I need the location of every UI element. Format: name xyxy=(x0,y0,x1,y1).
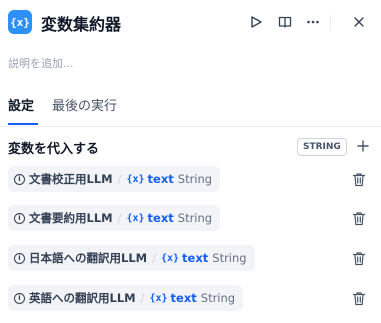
description-input[interactable]: 説明を追加... xyxy=(8,55,74,71)
run-button[interactable] xyxy=(246,12,266,32)
play-icon xyxy=(251,16,262,28)
plus-icon xyxy=(357,140,369,152)
header-divider xyxy=(330,15,331,29)
node-label: 文書要約用LLM xyxy=(29,211,113,225)
variable-row: i 日本語への翻訳用LLM / {x} text String xyxy=(8,245,373,271)
variable-chip[interactable]: i 文書校正用LLM / {x} text String xyxy=(8,166,221,192)
variable-icon: {x} xyxy=(126,212,145,224)
variable-chip[interactable]: i 文書要約用LLM / {x} text String xyxy=(8,205,221,231)
variable-aggregator-icon: {x} xyxy=(8,10,32,34)
trash-icon xyxy=(352,251,366,265)
variable-name: text xyxy=(147,211,174,225)
help-button[interactable] xyxy=(275,12,295,32)
variable-row: i 文書校正用LLM / {x} text String xyxy=(8,166,373,192)
separator: / xyxy=(152,251,156,265)
variable-name: text xyxy=(170,291,197,305)
variable-icon: {x} xyxy=(160,252,180,264)
tab-settings[interactable]: 設定 xyxy=(8,95,34,114)
variable-name: text xyxy=(147,172,174,186)
variable-type: String xyxy=(200,291,236,305)
trash-icon xyxy=(352,291,366,305)
section-title: 変数を代入する xyxy=(8,142,100,157)
delete-variable-button[interactable] xyxy=(350,209,368,227)
delete-variable-button[interactable] xyxy=(350,289,368,307)
separator: / xyxy=(117,172,122,186)
llm-node-icon: i xyxy=(14,252,25,264)
tab-bar: 設定 最後の実行 xyxy=(0,90,381,127)
add-variable-button[interactable] xyxy=(354,137,372,155)
variable-type: String xyxy=(177,172,213,186)
llm-node-icon: i xyxy=(14,292,25,304)
node-label: 英語への翻訳用LLM xyxy=(29,291,136,305)
variable-row: i 英語への翻訳用LLM / {x} text String xyxy=(8,285,373,311)
variable-chip[interactable]: i 日本語への翻訳用LLM / {x} text String xyxy=(8,245,255,271)
delete-variable-button[interactable] xyxy=(350,170,368,188)
llm-node-icon: i xyxy=(14,212,25,224)
llm-node-icon: i xyxy=(14,173,25,185)
output-type-badge: STRING xyxy=(297,138,347,156)
close-icon xyxy=(354,17,364,27)
tab-last-run[interactable]: 最後の実行 xyxy=(52,95,117,114)
more-button[interactable] xyxy=(303,12,323,32)
separator: / xyxy=(140,291,145,305)
variable-icon: {x} xyxy=(149,292,168,304)
variable-icon: {x} xyxy=(126,173,145,185)
variable-type: String xyxy=(212,251,247,265)
node-label: 文書校正用LLM xyxy=(29,172,113,186)
more-icon xyxy=(307,20,319,24)
variable-type: String xyxy=(177,211,213,225)
delete-variable-button[interactable] xyxy=(350,249,368,267)
variable-name: text xyxy=(182,251,209,265)
close-button[interactable] xyxy=(349,12,369,32)
variable-chip[interactable]: i 英語への翻訳用LLM / {x} text String xyxy=(8,285,244,311)
variable-row: i 文書要約用LLM / {x} text String xyxy=(8,205,373,231)
separator: / xyxy=(117,211,122,225)
panel-title[interactable]: 変数集約器 xyxy=(41,11,121,35)
trash-icon xyxy=(352,172,366,186)
book-icon xyxy=(278,16,292,28)
panel-header: {x} 変数集約器 xyxy=(0,0,381,46)
trash-icon xyxy=(352,211,366,225)
node-label: 日本語への翻訳用LLM xyxy=(29,251,148,265)
active-tab-indicator xyxy=(8,123,38,125)
